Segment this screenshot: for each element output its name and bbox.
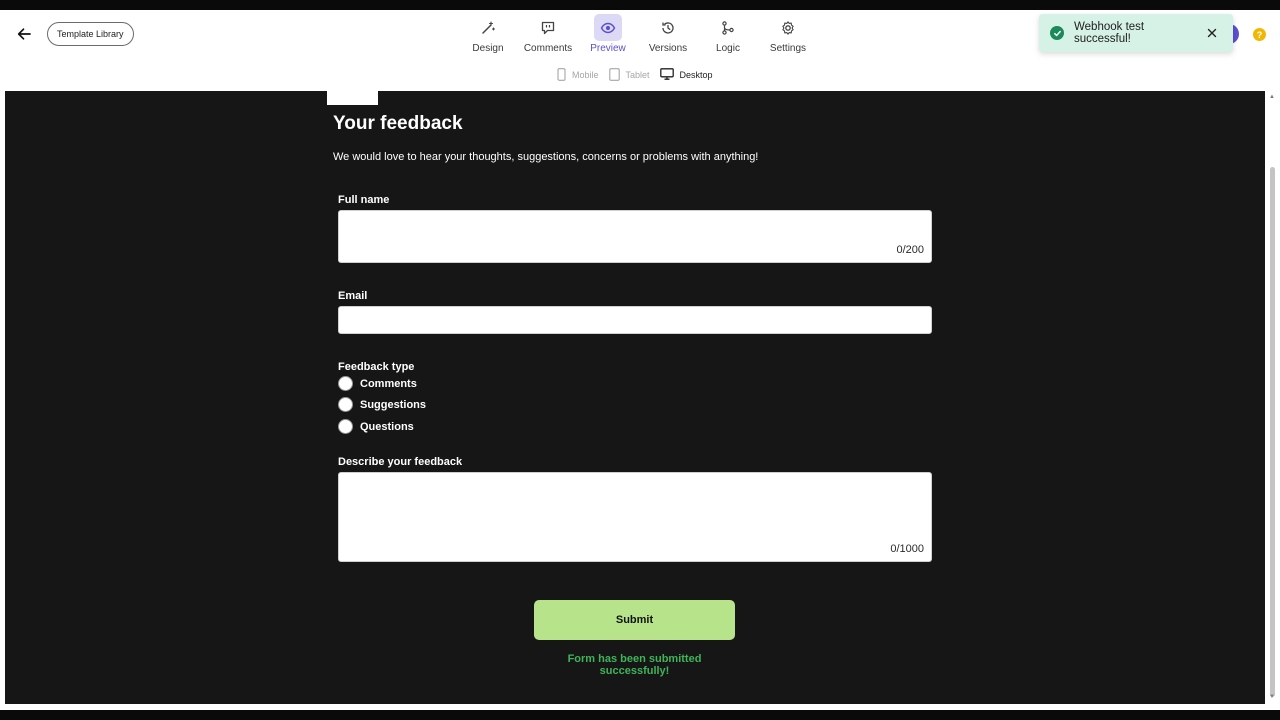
success-message: Form has been submitted successfully!	[567, 653, 702, 677]
full-name-field[interactable]: 0/200	[338, 210, 932, 263]
device-tablet-label: Tablet	[625, 70, 650, 80]
branch-icon	[714, 14, 742, 41]
history-icon	[654, 14, 682, 41]
scroll-thumb[interactable]	[1270, 167, 1275, 697]
nav-logic-label: Logic	[716, 43, 740, 54]
device-desktop-label: Desktop	[679, 70, 713, 80]
device-desktop[interactable]: Desktop	[659, 68, 713, 82]
radio-option-comments[interactable]: Comments	[338, 376, 417, 391]
eye-icon	[594, 14, 622, 41]
radio-option-questions[interactable]: Questions	[338, 419, 414, 434]
nav-settings-label: Settings	[769, 43, 807, 54]
device-tablet[interactable]: Tablet	[608, 67, 650, 83]
nav-versions[interactable]: Versions	[644, 14, 692, 54]
nav-comments[interactable]: Comments	[524, 14, 572, 54]
nav-comments-label: Comments	[523, 43, 573, 54]
gear-icon	[774, 14, 802, 41]
tablet-icon	[608, 67, 620, 83]
app-window: Template Library Design Comments Preview	[0, 10, 1280, 710]
submit-button[interactable]: Submit	[534, 600, 735, 640]
nav-preview-label: Preview	[590, 43, 626, 54]
device-switcher: Mobile Tablet Desktop	[557, 66, 713, 84]
full-name-counter: 0/200	[896, 244, 924, 256]
radio-button[interactable]	[338, 419, 353, 434]
nav-settings[interactable]: Settings	[764, 14, 812, 54]
radio-button[interactable]	[338, 397, 353, 412]
monitor-icon	[659, 68, 674, 82]
feedback-type-label: Feedback type	[338, 361, 415, 373]
back-arrow-icon[interactable]	[12, 22, 36, 46]
form-title: Your feedback	[333, 113, 463, 134]
describe-feedback-counter: 0/1000	[890, 543, 924, 555]
nav-preview[interactable]: Preview	[584, 14, 632, 54]
radio-label: Questions	[360, 420, 414, 433]
radio-button[interactable]	[338, 376, 353, 391]
help-icon[interactable]: ?	[1253, 28, 1266, 41]
describe-feedback-textarea[interactable]: 0/1000	[338, 472, 932, 562]
form-preview-canvas: Your feedback We would love to hear your…	[5, 91, 1265, 704]
nav-logic[interactable]: Logic	[704, 14, 752, 54]
device-mobile-label: Mobile	[572, 70, 599, 80]
email-label: Email	[338, 290, 368, 302]
radio-option-suggestions[interactable]: Suggestions	[338, 397, 426, 412]
magic-wand-icon	[474, 14, 502, 41]
editor-nav: Design Comments Preview Versions Logic S…	[464, 14, 812, 54]
phone-icon	[557, 67, 566, 83]
form-description: We would love to hear your thoughts, sug…	[333, 151, 759, 163]
nav-versions-label: Versions	[648, 43, 688, 54]
email-field[interactable]	[338, 306, 932, 334]
comment-icon	[534, 14, 562, 41]
toast-notification: Webhook test successful!	[1039, 14, 1233, 52]
toast-message: Webhook test successful!	[1074, 21, 1145, 45]
full-name-label: Full name	[338, 194, 390, 206]
nav-design-label: Design	[472, 43, 504, 54]
device-mobile[interactable]: Mobile	[557, 67, 599, 83]
radio-label: Comments	[360, 377, 417, 390]
template-library-button[interactable]: Template Library	[47, 22, 134, 46]
nav-design[interactable]: Design	[464, 14, 512, 54]
close-icon[interactable]	[1204, 25, 1220, 41]
describe-feedback-label: Describe your feedback	[338, 456, 463, 468]
scroll-down-icon[interactable]: ▼	[1269, 694, 1275, 700]
form-header-tab	[327, 91, 378, 105]
radio-label: Suggestions	[360, 398, 427, 411]
scroll-up-icon[interactable]: ▲	[1269, 94, 1275, 100]
scrollbar[interactable]: ▲ ▼	[1268, 91, 1278, 704]
check-circle-icon	[1050, 26, 1064, 40]
